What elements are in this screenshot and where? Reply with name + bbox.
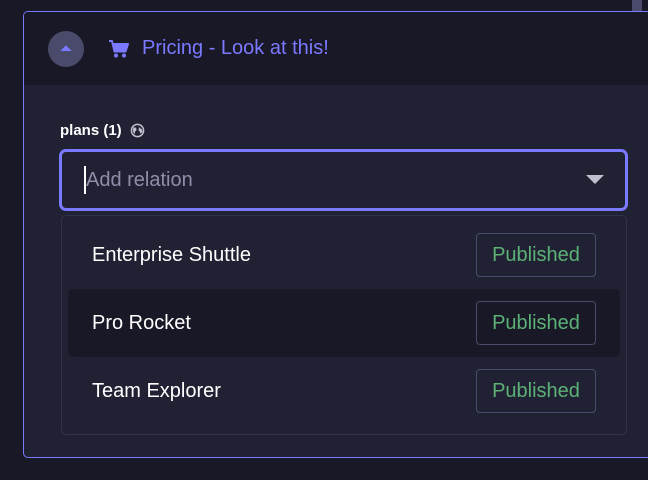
option-label: Pro Rocket bbox=[92, 311, 191, 334]
status-badge: Published bbox=[476, 233, 596, 277]
shopping-cart-icon bbox=[108, 39, 130, 59]
add-relation-placeholder: Add relation bbox=[86, 168, 193, 191]
option-label: Team Explorer bbox=[92, 379, 221, 402]
caret-down-icon[interactable] bbox=[585, 174, 605, 186]
pricing-card: Pricing - Look at this! plans (1) Add re… bbox=[23, 11, 648, 458]
relation-dropdown: Enterprise Shuttle Published Pro Rocket … bbox=[61, 215, 627, 435]
relation-option-team-explorer[interactable]: Team Explorer Published bbox=[68, 357, 620, 425]
field-label: plans (1) bbox=[60, 122, 122, 139]
card-title: Pricing - Look at this! bbox=[142, 37, 329, 59]
globe-icon bbox=[130, 123, 145, 138]
relation-option-pro-rocket[interactable]: Pro Rocket Published bbox=[68, 289, 620, 357]
status-badge: Published bbox=[476, 301, 596, 345]
chevron-up-icon bbox=[59, 40, 73, 58]
relation-option-enterprise-shuttle[interactable]: Enterprise Shuttle Published bbox=[68, 221, 620, 289]
field-label-row: plans (1) bbox=[60, 122, 145, 139]
add-relation-input[interactable]: Add relation bbox=[59, 149, 628, 211]
card-header[interactable]: Pricing - Look at this! bbox=[24, 12, 648, 85]
collapse-button[interactable] bbox=[48, 30, 84, 67]
status-badge: Published bbox=[476, 369, 596, 413]
option-label: Enterprise Shuttle bbox=[92, 243, 251, 266]
